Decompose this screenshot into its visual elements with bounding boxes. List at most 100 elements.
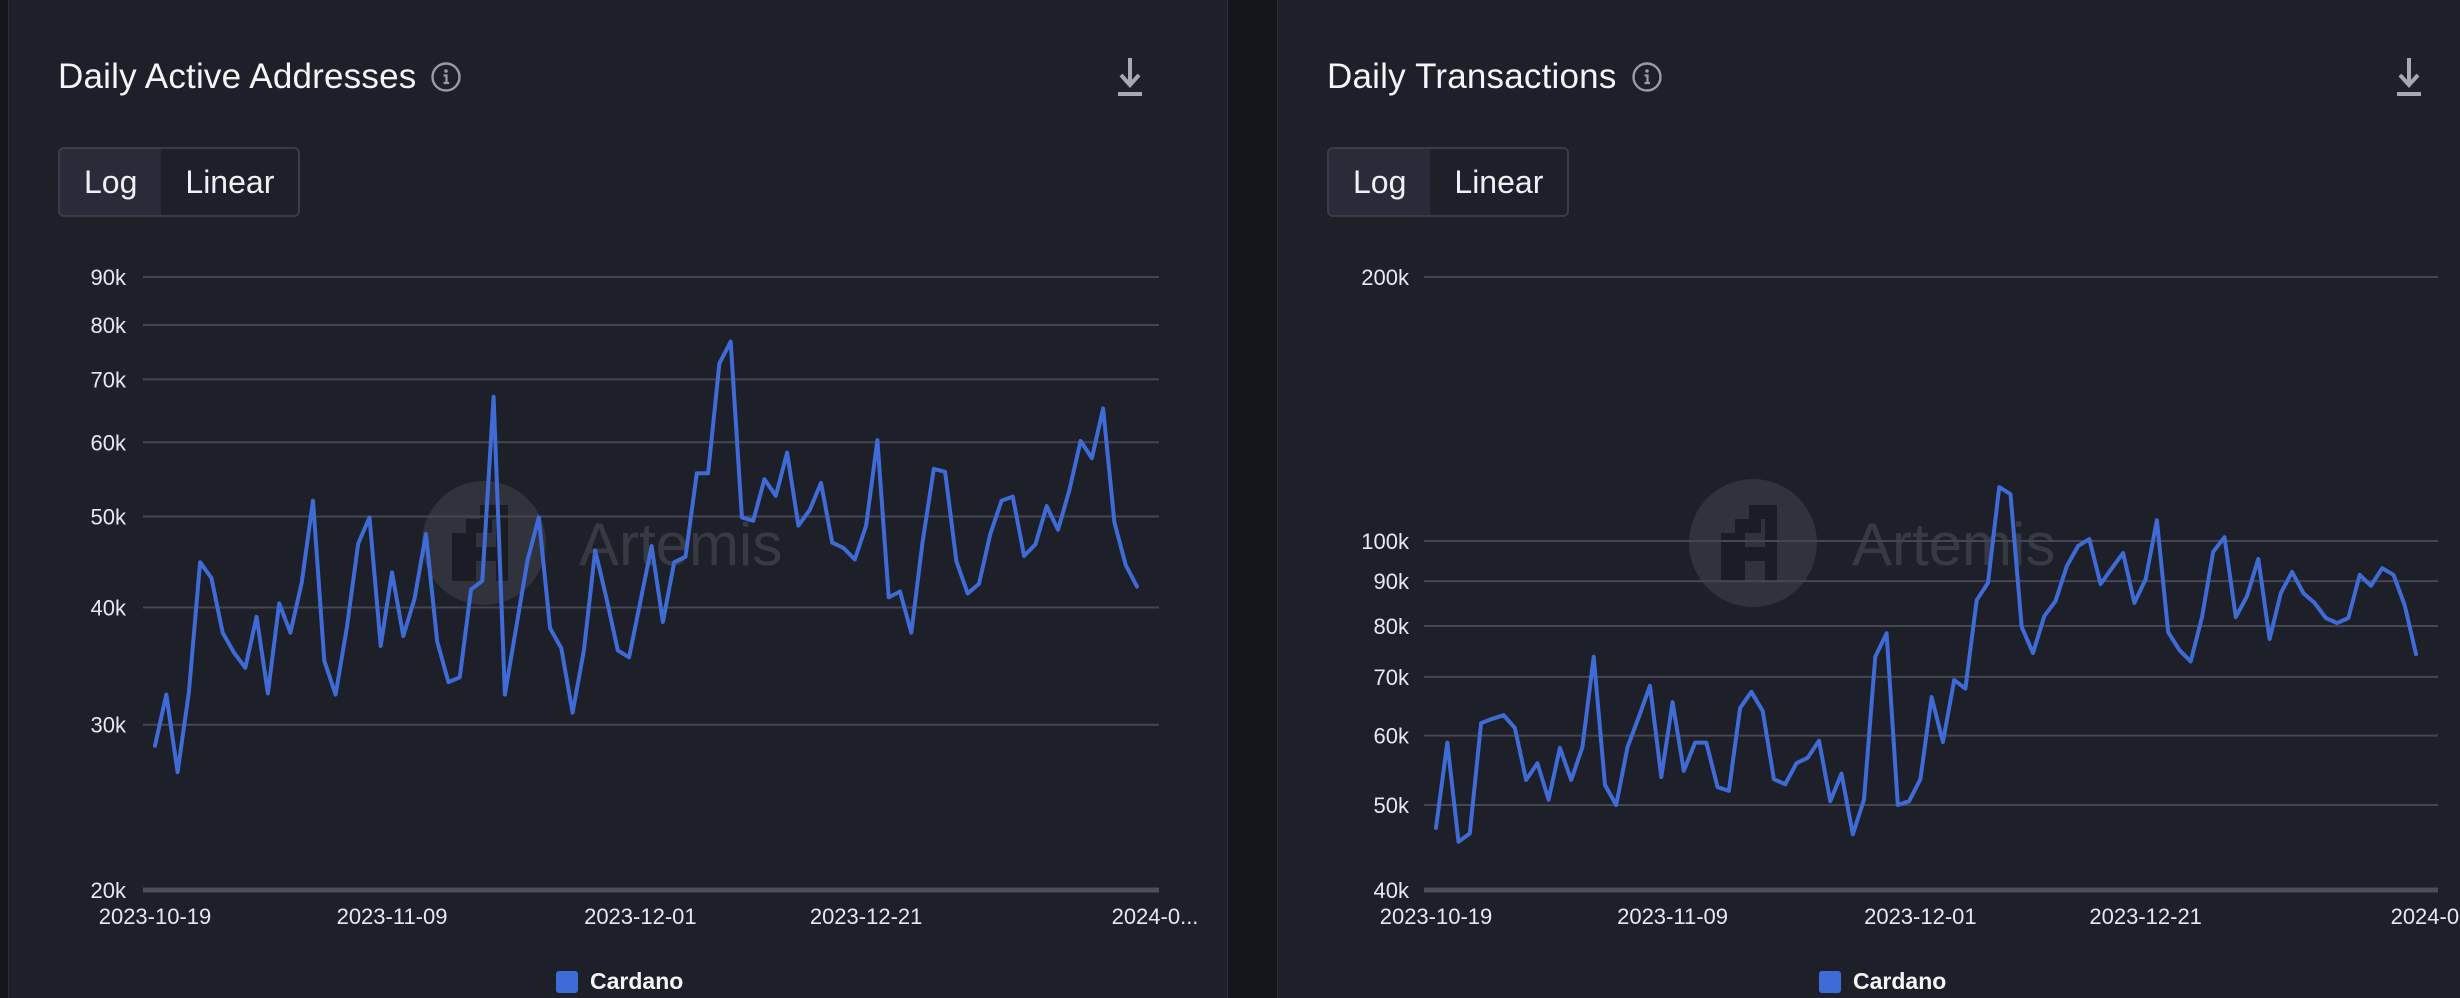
data-point[interactable] (1748, 689, 1754, 695)
data-point[interactable] (355, 541, 361, 547)
data-point[interactable] (1861, 797, 1867, 803)
data-point[interactable] (412, 595, 418, 601)
data-point[interactable] (2222, 534, 2228, 540)
data-point[interactable] (1839, 771, 1845, 777)
data-point[interactable] (1670, 699, 1676, 705)
data-point[interactable] (1703, 740, 1709, 746)
data-point[interactable] (2267, 636, 2273, 642)
data-point[interactable] (2165, 629, 2171, 635)
data-point[interactable] (1805, 755, 1811, 761)
data-point[interactable] (1647, 683, 1653, 689)
data-point[interactable] (1917, 776, 1923, 782)
data-point[interactable] (1467, 830, 1473, 836)
legend-label-cardano[interactable]: Cardano (1853, 968, 1946, 995)
data-point[interactable] (1032, 541, 1038, 547)
data-point[interactable] (479, 578, 485, 584)
data-point[interactable] (818, 480, 824, 486)
data-point[interactable] (886, 594, 892, 600)
data-point[interactable] (1692, 740, 1698, 746)
data-point[interactable] (1055, 527, 1061, 533)
data-point[interactable] (570, 710, 576, 716)
data-point[interactable] (1715, 784, 1721, 790)
data-point[interactable] (1021, 553, 1027, 559)
data-point[interactable] (1951, 677, 1957, 683)
data-point[interactable] (423, 531, 429, 537)
data-point[interactable] (795, 523, 801, 529)
data-point[interactable] (2368, 583, 2374, 589)
data-point[interactable] (163, 692, 169, 698)
data-point[interactable] (1827, 798, 1833, 804)
data-point[interactable] (705, 470, 711, 476)
data-point[interactable] (2075, 543, 2081, 549)
data-point[interactable] (1895, 802, 1901, 808)
data-point[interactable] (378, 643, 384, 649)
data-point[interactable] (592, 548, 598, 554)
data-point[interactable] (1010, 494, 1016, 500)
data-point[interactable] (1962, 685, 1968, 691)
data-point[interactable] (1872, 654, 1878, 660)
data-point[interactable] (1681, 768, 1687, 774)
data-point[interactable] (1737, 705, 1743, 711)
data-point[interactable] (581, 647, 587, 653)
data-point[interactable] (649, 543, 655, 549)
data-point[interactable] (287, 630, 293, 636)
data-point[interactable] (920, 540, 926, 546)
data-point[interactable] (1456, 839, 1462, 845)
data-point[interactable] (513, 624, 519, 630)
data-point[interactable] (231, 650, 237, 656)
data-point[interactable] (773, 493, 779, 499)
data-point[interactable] (1523, 777, 1529, 783)
data-point[interactable] (1089, 455, 1095, 461)
data-point[interactable] (2188, 658, 2194, 664)
data-point[interactable] (197, 559, 203, 565)
data-point[interactable] (987, 531, 993, 537)
data-point[interactable] (1111, 519, 1117, 525)
data-point[interactable] (502, 692, 508, 698)
data-point[interactable] (1066, 488, 1072, 494)
data-point[interactable] (2199, 614, 2205, 620)
data-point[interactable] (1512, 725, 1518, 731)
data-point[interactable] (953, 558, 959, 564)
data-point[interactable] (1782, 781, 1788, 787)
data-point[interactable] (1636, 714, 1642, 720)
data-point[interactable] (1546, 797, 1552, 803)
data-point[interactable] (2390, 572, 2396, 578)
data-point[interactable] (2233, 614, 2239, 620)
data-point[interactable] (1444, 740, 1450, 746)
data-point[interactable] (716, 360, 722, 366)
data-point[interactable] (1771, 776, 1777, 782)
data-point[interactable] (2413, 651, 2419, 657)
data-point[interactable] (931, 466, 937, 472)
data-point[interactable] (2210, 549, 2216, 555)
data-point[interactable] (299, 580, 305, 586)
line-chart-daily-transactions[interactable]: Artemis 40k 50k 60k 70k 80k 90k 100k 200k 2023-10… (1278, 0, 2460, 998)
data-point[interactable] (852, 556, 858, 562)
line-chart-daily-active-addresses[interactable]: Artemis20k30k40k50k60k70k80k90k2023-10-1… (9, 0, 1229, 998)
data-point[interactable] (683, 554, 689, 560)
data-point[interactable] (457, 674, 463, 680)
data-point[interactable] (2019, 624, 2025, 630)
data-point[interactable] (1433, 825, 1439, 831)
data-point[interactable] (863, 523, 869, 529)
data-point[interactable] (2007, 491, 2013, 497)
data-point[interactable] (186, 689, 192, 695)
data-point[interactable] (897, 589, 903, 595)
data-point[interactable] (2334, 620, 2340, 626)
data-point[interactable] (942, 469, 948, 475)
data-point[interactable] (1793, 760, 1799, 766)
data-point[interactable] (2379, 565, 2385, 571)
data-point[interactable] (1940, 739, 1946, 745)
data-point[interactable] (671, 559, 677, 565)
data-point[interactable] (1996, 484, 2002, 490)
data-point[interactable] (321, 658, 327, 664)
data-point[interactable] (1123, 562, 1129, 568)
data-point[interactable] (1974, 597, 1980, 603)
data-point[interactable] (2323, 615, 2329, 621)
data-point[interactable] (1134, 584, 1140, 590)
data-point[interactable] (1579, 744, 1585, 750)
data-point[interactable] (2098, 581, 2104, 587)
data-point[interactable] (254, 614, 260, 620)
data-point[interactable] (366, 514, 372, 520)
data-point[interactable] (1557, 745, 1563, 751)
data-point[interactable] (2312, 600, 2318, 606)
